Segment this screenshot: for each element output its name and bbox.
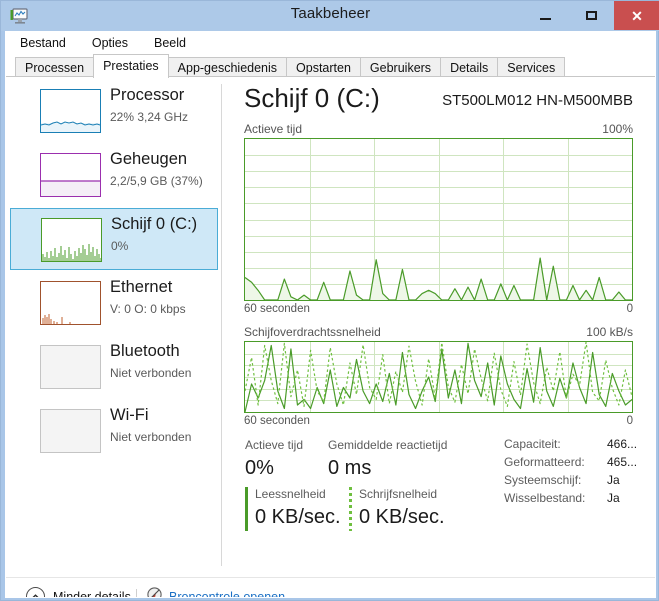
stat-caption-read-speed: Leessnelheid (255, 487, 326, 501)
graph1-axis-left: 60 seconden (244, 303, 310, 315)
bluetooth-thumbnail (40, 345, 101, 389)
minimize-icon (539, 18, 551, 20)
menu-opties[interactable]: Opties (90, 35, 130, 51)
less-details-label: Minder details (53, 589, 131, 598)
info-value-formatted: 465... (607, 455, 638, 469)
client-area: Bestand Opties Beeld Processen Prestatie… (5, 31, 656, 598)
info-value-capacity: 466... (607, 437, 638, 451)
stat-value-active-time: 0% (245, 457, 274, 479)
sidebar-sub-wifi: Niet verbonden (110, 430, 192, 444)
task-manager-window: Taakbeheer ✕ Bestand Opties Beeld Proces… (0, 0, 659, 601)
tab-strip: Processen Prestaties App-geschiedenis Op… (6, 54, 655, 78)
disk-thumbnail (41, 218, 102, 262)
sidebar-item-processor[interactable]: Processor 22% 3,24 GHz (10, 80, 218, 142)
wifi-thumbnail (40, 409, 101, 453)
disk-model-label: ST500LM012 HN-M500MBB (442, 92, 633, 109)
close-button[interactable]: ✕ (614, 1, 659, 30)
disk-detail-panel: Schijf 0 (C:) ST500LM012 HN-M500MBB Acti… (222, 78, 655, 578)
tab-processen[interactable]: Processen (15, 57, 95, 78)
stat-caption-active-time: Actieve tijd (245, 438, 304, 452)
sidebar-sub-bluetooth: Niet verbonden (110, 366, 192, 380)
sidebar-sub-geheugen: 2,2/5,9 GB (37%) (110, 174, 203, 188)
stat-caption-response-time: Gemiddelde reactietijd (328, 438, 448, 452)
sidebar-sub-schijf-0: 0% (111, 239, 129, 253)
sidebar-label-geheugen: Geheugen (110, 150, 188, 168)
sidebar-label-bluetooth: Bluetooth (110, 342, 180, 360)
memory-thumbnail (40, 153, 101, 197)
graph2-caption: Schijfoverdrachtssnelheid (244, 325, 381, 339)
processor-thumbnail (40, 89, 101, 133)
graph2-axis-right: 0 (626, 415, 633, 427)
status-separator (6, 577, 655, 578)
less-details-button[interactable]: Minder details (26, 587, 131, 598)
chevron-up-icon (26, 587, 45, 597)
menu-bestand[interactable]: Bestand (18, 35, 68, 51)
sidebar-item-ethernet[interactable]: Ethernet V: 0 O: 0 kbps (10, 272, 218, 334)
ethernet-thumbnail (40, 281, 101, 325)
tab-details[interactable]: Details (440, 57, 499, 78)
transfer-rate-graph (244, 341, 633, 413)
info-key-pagefile: Wisselbestand: (504, 491, 586, 505)
resource-sidebar: Processor 22% 3,24 GHz Geheugen 2,2/5,9 … (6, 78, 222, 578)
status-divider (136, 589, 137, 597)
write-speed-indicator (349, 487, 352, 531)
stat-value-response-time: 0 ms (328, 457, 372, 479)
tab-app-geschiedenis[interactable]: App-geschiedenis (167, 57, 288, 78)
graph2-max-label: 100 kB/s (586, 325, 633, 339)
graph1-axis-right: 0 (626, 303, 633, 315)
sidebar-item-bluetooth[interactable]: Bluetooth Niet verbonden (10, 336, 218, 398)
resource-monitor-label: Broncontrole openen (169, 590, 286, 598)
sidebar-item-geheugen[interactable]: Geheugen 2,2/5,9 GB (37%) (10, 144, 218, 206)
tab-prestaties[interactable]: Prestaties (93, 54, 169, 78)
menu-bar: Bestand Opties Beeld (6, 32, 655, 54)
close-icon: ✕ (631, 7, 643, 24)
graph1-max-label: 100% (602, 122, 633, 136)
graph1-caption: Actieve tijd (244, 122, 303, 136)
stat-value-read-speed: 0 KB/sec. (255, 506, 341, 528)
info-value-pagefile: Ja (607, 491, 620, 505)
info-key-system-disk: Systeemschijf: (504, 473, 582, 487)
resource-monitor-icon (147, 587, 162, 597)
info-value-system-disk: Ja (607, 473, 620, 487)
sidebar-label-wifi: Wi-Fi (110, 406, 149, 424)
active-time-graph (244, 138, 633, 301)
sidebar-item-schijf-0[interactable]: Schijf 0 (C:) 0% (10, 208, 218, 270)
minimize-button[interactable] (522, 1, 568, 30)
maximize-button[interactable] (568, 1, 614, 30)
menu-beeld[interactable]: Beeld (152, 35, 188, 51)
title-bar: Taakbeheer ✕ (1, 1, 659, 31)
open-resource-monitor-link[interactable]: Broncontrole openen (147, 587, 286, 598)
info-key-formatted: Geformatteerd: (504, 455, 585, 469)
tab-opstarten[interactable]: Opstarten (286, 57, 361, 78)
sidebar-sub-ethernet: V: 0 O: 0 kbps (110, 302, 186, 316)
stat-caption-write-speed: Schrijfsnelheid (359, 487, 438, 501)
tab-gebruikers[interactable]: Gebruikers (359, 57, 442, 78)
maximize-icon (585, 11, 597, 20)
page-title: Schijf 0 (C:) (244, 83, 380, 113)
sidebar-item-wifi[interactable]: Wi-Fi Niet verbonden (10, 400, 218, 462)
sidebar-label-schijf-0: Schijf 0 (C:) (111, 215, 198, 233)
read-speed-indicator (245, 487, 248, 531)
info-key-capacity: Capaciteit: (504, 437, 561, 451)
graph2-axis-left: 60 seconden (244, 415, 310, 427)
performance-pane: Processor 22% 3,24 GHz Geheugen 2,2/5,9 … (6, 77, 655, 578)
tab-services[interactable]: Services (497, 57, 566, 78)
stat-value-write-speed: 0 KB/sec. (359, 506, 445, 528)
status-bar: Minder details Broncontrole openen (6, 577, 655, 598)
sidebar-label-ethernet: Ethernet (110, 278, 173, 296)
sidebar-label-processor: Processor (110, 86, 185, 104)
sidebar-sub-processor: 22% 3,24 GHz (110, 110, 189, 124)
